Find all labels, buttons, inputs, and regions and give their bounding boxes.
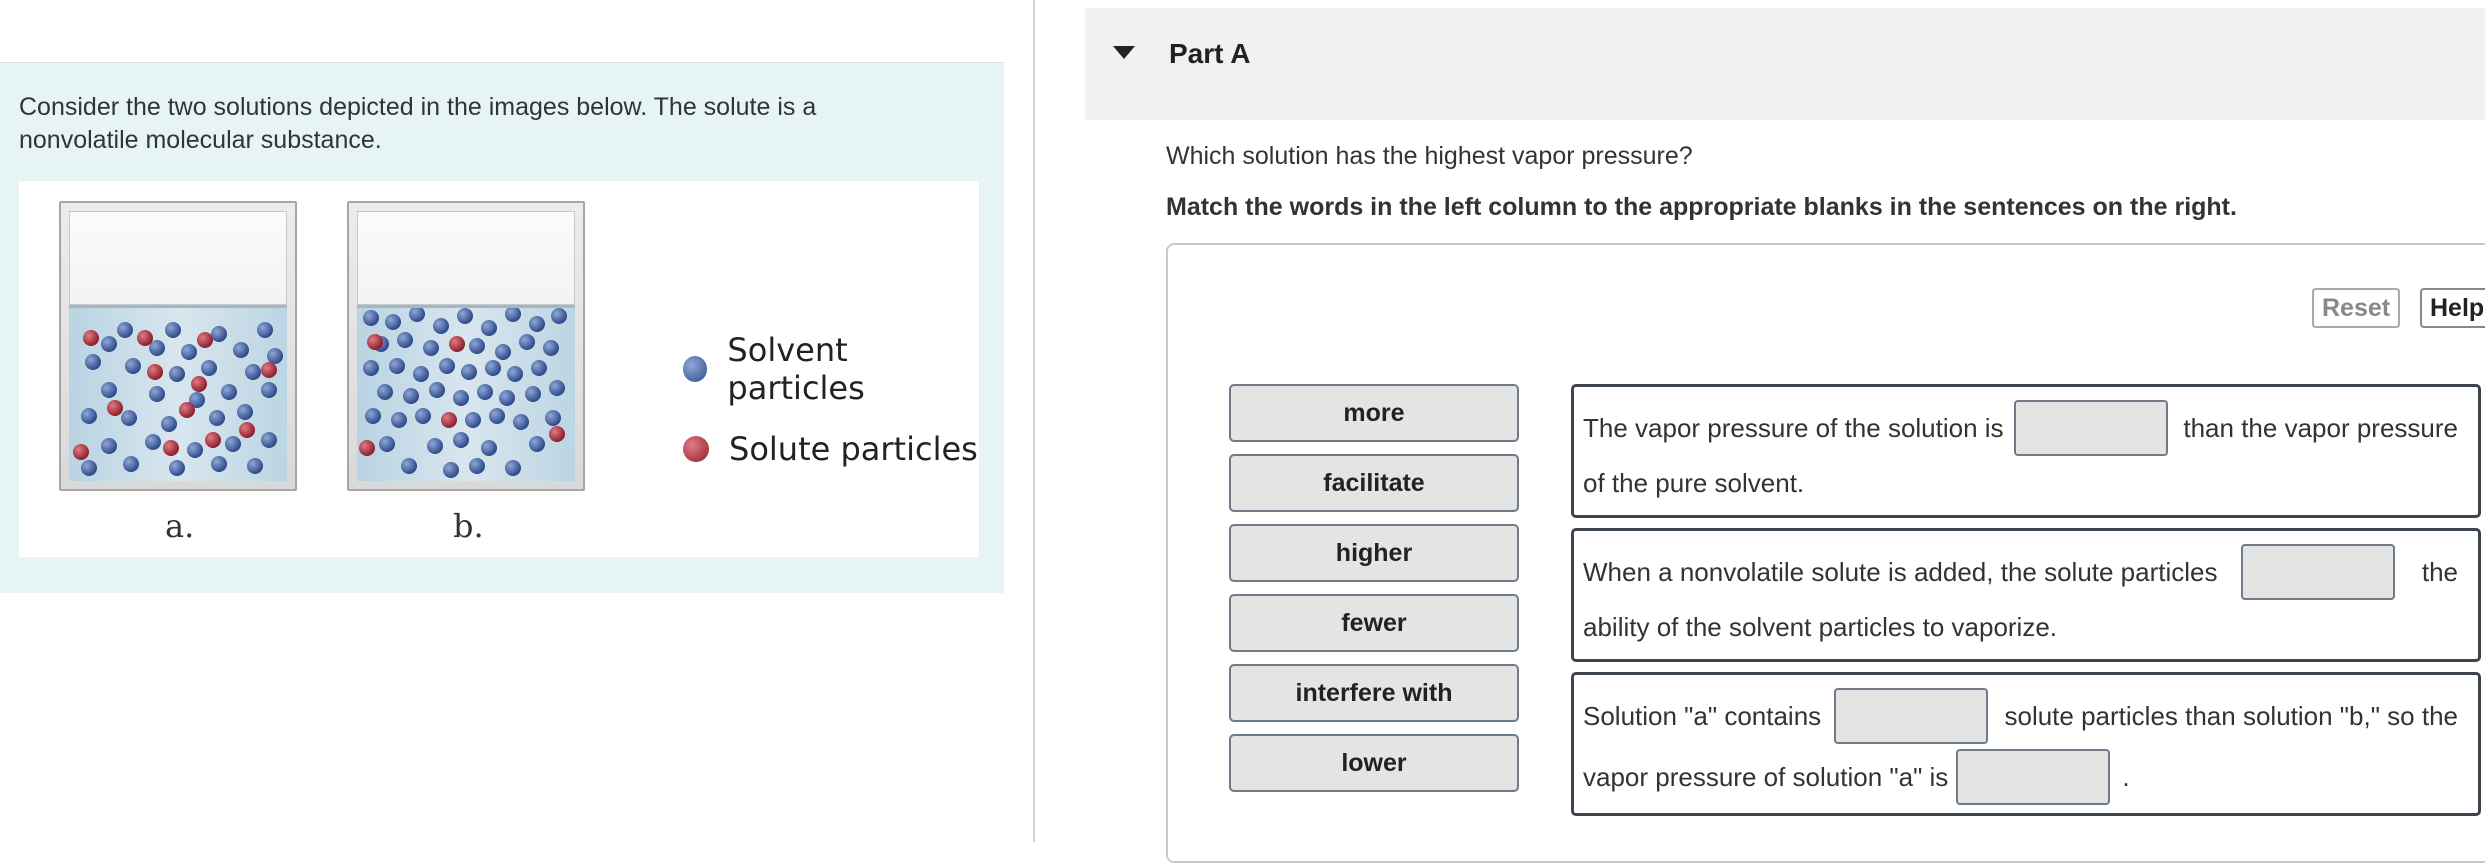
word-chip[interactable]: interfere with [1229, 664, 1519, 722]
drop-blank-3[interactable] [1833, 688, 1988, 744]
instruction-text: Match the words in the left column to th… [1166, 193, 2237, 221]
sentence-2-text-3: ability of the solvent particles to vapo… [1583, 611, 2058, 642]
sentence-3-text-2: solute particles than solution "b," so t… [2004, 700, 2458, 731]
drop-blank-4[interactable] [1956, 749, 2111, 805]
sentence-3-line-2: vapor pressure of solution "a" is . [1583, 747, 2458, 807]
beaker-a-headspace [69, 211, 287, 305]
sentence-3-line-1: Solution "a" contains solute particles t… [1583, 686, 2458, 746]
solute-particle-icon [683, 436, 709, 462]
part-a-header[interactable]: Part A [1085, 8, 2485, 120]
sentence-2-line-2: ability of the solvent particles to vapo… [1583, 597, 2458, 657]
sentence-2-line-1: When a nonvolatile solute is added, the … [1583, 542, 2458, 602]
beaker-a-particles [73, 322, 283, 476]
problem-intro-panel: Consider the two solutions depicted in t… [0, 62, 1004, 593]
collapse-caret-icon[interactable] [1113, 46, 1135, 59]
sentence-2-text-1: When a nonvolatile solute is added, the … [1583, 556, 2218, 587]
beaker-b-particles [359, 308, 567, 478]
beaker-b-headspace [357, 211, 575, 305]
sentence-1-text-3: of the pure solvent. [1583, 467, 1805, 498]
beaker-b [347, 201, 585, 491]
pane-divider [1033, 0, 1035, 842]
legend-solvent: Solvent particles [683, 331, 979, 407]
drop-blank-1[interactable] [2014, 400, 2169, 456]
sentence-1-text-2: than the vapor pressure [2183, 412, 2458, 443]
sentence-3-text-1: Solution "a" contains [1583, 700, 1822, 731]
problem-pane: Consider the two solutions depicted in t… [0, 0, 1004, 842]
drop-blank-2[interactable] [2240, 544, 2395, 600]
legend-solvent-label: Solvent particles [727, 331, 865, 407]
word-chip[interactable]: fewer [1229, 594, 1519, 652]
sentence-box-1: The vapor pressure of the solution is th… [1571, 384, 2481, 518]
word-chip[interactable]: lower [1229, 734, 1519, 792]
word-chip[interactable]: facilitate [1229, 454, 1519, 512]
word-chip[interactable]: higher [1229, 524, 1519, 582]
beaker-b-solution [357, 305, 575, 481]
solvent-particle-icon [683, 356, 708, 382]
part-title: Part A [1169, 38, 1251, 69]
sentence-3-text-3: vapor pressure of solution "a" is [1583, 761, 1949, 792]
sentence-1-line-2: of the pure solvent. [1583, 453, 2458, 513]
sentence-1-text-1: The vapor pressure of the solution is [1583, 412, 2004, 443]
question-text: Which solution has the highest vapor pre… [1166, 142, 1693, 170]
word-chip[interactable]: more [1229, 384, 1519, 442]
sentence-2-text-2: the [2421, 556, 2458, 587]
reset-button[interactable]: Reset [2312, 288, 2401, 328]
legend-solute-label: Solute particles [729, 430, 978, 468]
sentence-1-line-1: The vapor pressure of the solution is th… [1583, 398, 2458, 458]
problem-intro-text: Consider the two solutions depicted in t… [19, 93, 817, 154]
sentence-3-text-4: . [2122, 761, 2130, 792]
sentence-box-3: Solution "a" contains solute particles t… [1571, 672, 2481, 816]
beaker-b-label: b. [453, 507, 484, 545]
beaker-a [59, 201, 297, 491]
beaker-a-label: a. [165, 507, 195, 545]
sentence-box-2: When a nonvolatile solute is added, the … [1571, 528, 2481, 662]
beaker-a-solution [69, 305, 287, 481]
solutions-figure: a. b. Solvent particles Solute particles [19, 181, 979, 557]
help-button[interactable]: Help [2420, 288, 2485, 328]
legend-solute: Solute particles [683, 429, 978, 469]
